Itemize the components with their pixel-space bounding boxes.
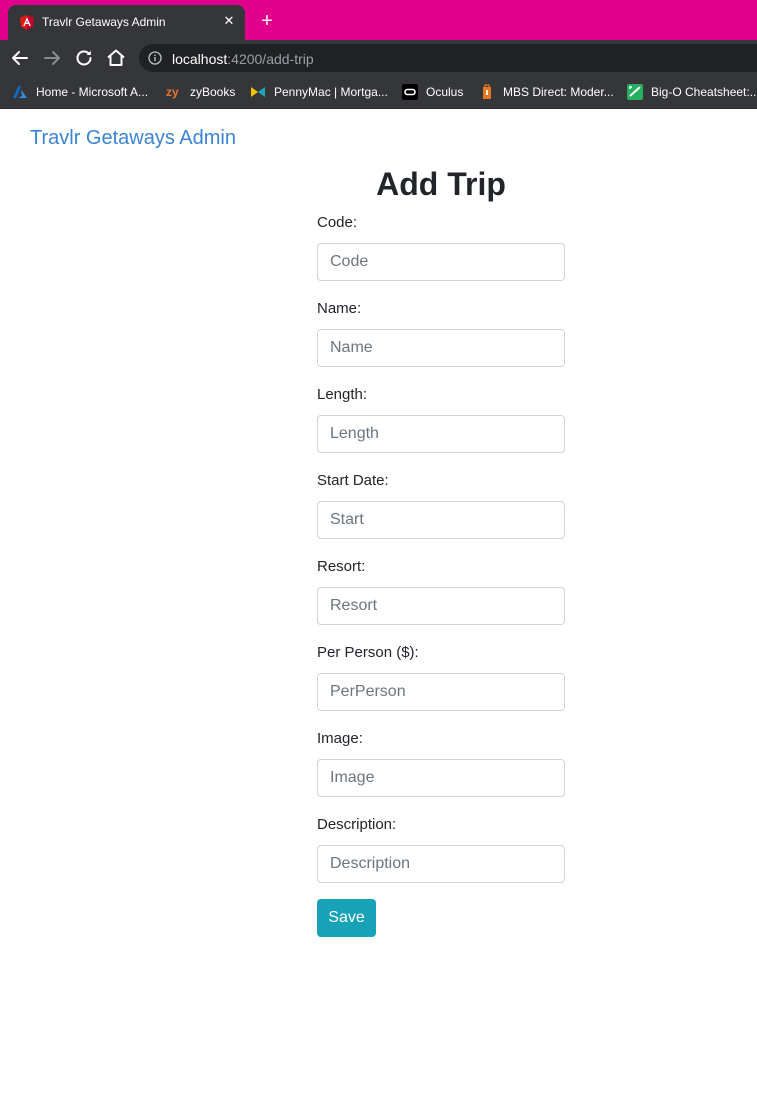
length-label: Length:: [317, 386, 368, 403]
start-date-input[interactable]: [317, 501, 565, 539]
bookmark-home-microsoft[interactable]: Home - Microsoft A...: [12, 82, 148, 102]
bookmarks-bar: Home - Microsoft A... zy zyBooks PennyMa…: [0, 76, 757, 109]
info-icon[interactable]: [148, 51, 162, 65]
close-tab-icon[interactable]: ✕: [221, 13, 237, 29]
big-o-icon: [627, 84, 643, 100]
address-bar[interactable]: localhost:4200/add-trip: [139, 44, 757, 72]
per-person-input[interactable]: [317, 673, 565, 711]
per-person-label: Per Person ($):: [317, 644, 419, 661]
resort-input[interactable]: [317, 587, 565, 625]
bookmark-label: Oculus: [426, 85, 464, 99]
browser-tab[interactable]: Travlr Getaways Admin ✕: [8, 5, 245, 40]
bookmark-label: Home - Microsoft A...: [36, 85, 149, 99]
pennymac-icon: [251, 87, 265, 97]
url-text: localhost:4200/add-trip: [172, 51, 314, 67]
bookmark-label: zyBooks: [190, 85, 236, 99]
save-button[interactable]: Save: [317, 899, 376, 937]
zybooks-icon: zy: [166, 85, 179, 99]
url-path: :4200/add-trip: [227, 51, 314, 67]
mbs-direct-icon: [483, 84, 491, 99]
back-arrow-icon[interactable]: [8, 46, 32, 70]
resort-label: Resort:: [317, 558, 366, 575]
oculus-icon: [402, 84, 418, 100]
length-input[interactable]: [317, 415, 565, 453]
code-label: Code:: [317, 214, 358, 231]
forward-arrow-icon[interactable]: [40, 46, 64, 70]
tab-title: Travlr Getaways Admin: [42, 15, 166, 29]
url-host: localhost: [172, 51, 228, 67]
start-date-label: Start Date:: [317, 472, 389, 489]
bookmark-pennymac[interactable]: PennyMac | Mortga...: [250, 82, 388, 102]
bookmark-label: PennyMac | Mortga...: [274, 85, 388, 99]
name-input[interactable]: [317, 329, 565, 367]
bookmark-mbs-direct[interactable]: MBS Direct: Moder...: [479, 82, 614, 102]
angular-icon: [20, 15, 34, 30]
new-tab-button[interactable]: +: [256, 10, 278, 32]
name-label: Name:: [317, 300, 362, 317]
tab-strip: Travlr Getaways Admin ✕ +: [0, 0, 757, 40]
image-input[interactable]: [317, 759, 565, 797]
bookmark-oculus[interactable]: Oculus: [402, 82, 463, 102]
bookmark-label: MBS Direct: Moder...: [503, 85, 614, 99]
bookmark-big-o[interactable]: Big-O Cheatsheet:...: [627, 82, 757, 102]
description-label: Description:: [317, 816, 397, 833]
home-icon[interactable]: [104, 46, 128, 70]
bookmark-zybooks[interactable]: zy zyBooks: [166, 82, 235, 102]
page-title: Add Trip: [376, 166, 506, 202]
svg-text:zy: zy: [166, 85, 179, 99]
reload-icon[interactable]: [72, 46, 96, 70]
azure-icon: [13, 86, 27, 98]
code-input[interactable]: [317, 243, 565, 281]
image-label: Image:: [317, 730, 363, 747]
browser-toolbar: localhost:4200/add-trip: [0, 40, 757, 76]
navbar-brand-link[interactable]: Travlr Getaways Admin: [30, 127, 236, 150]
description-input[interactable]: [317, 845, 565, 883]
bookmark-label: Big-O Cheatsheet:...: [651, 85, 757, 99]
